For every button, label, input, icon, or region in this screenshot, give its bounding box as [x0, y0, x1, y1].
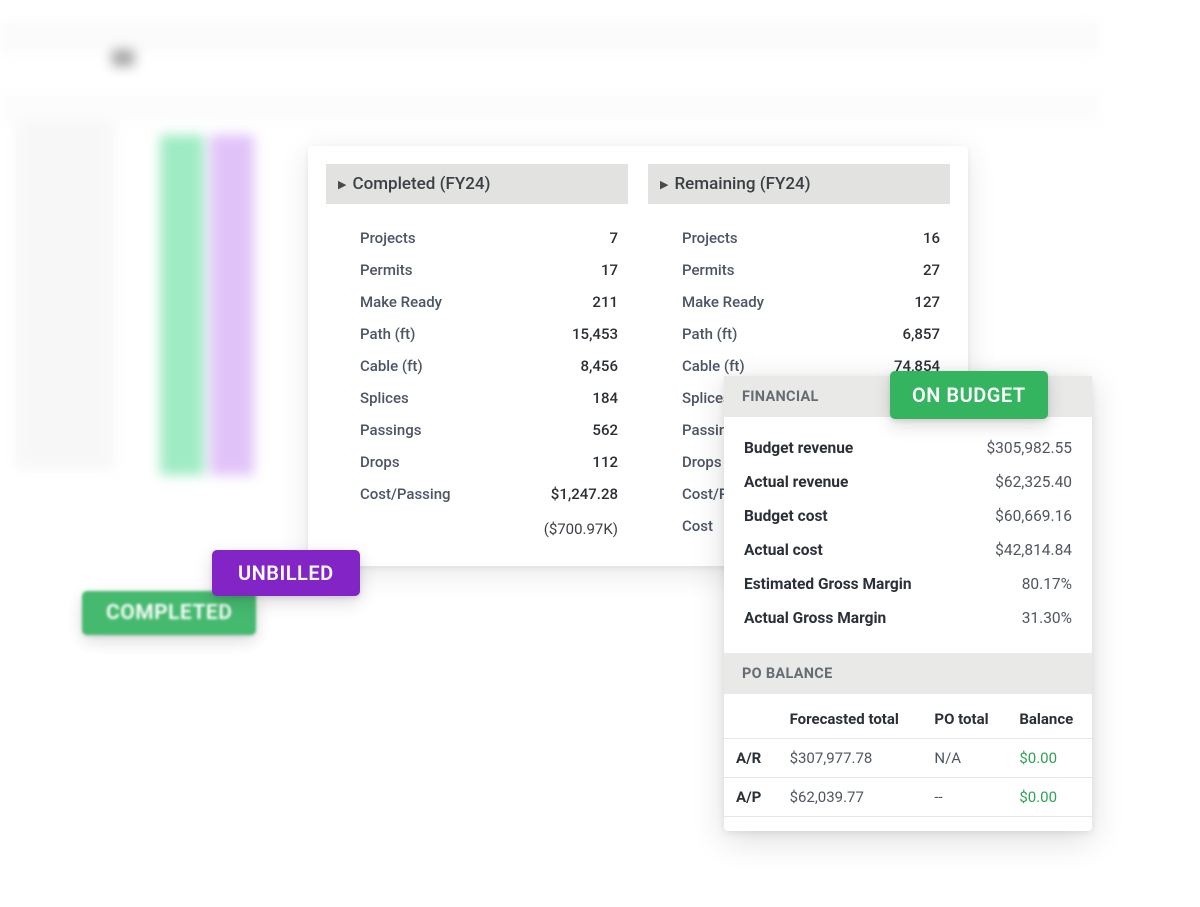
metric-row: Cable (ft) 8,456	[360, 350, 618, 382]
metric-row: Cost/Passing $1,247.28	[360, 478, 618, 510]
panel-completed-header[interactable]: ▶ Completed (FY24)	[326, 164, 628, 204]
panel-remaining-header[interactable]: ▶ Remaining (FY24)	[648, 164, 950, 204]
financial-value: $42,814.84	[995, 541, 1072, 559]
metric-row: Make Ready 211	[360, 286, 618, 318]
metric-label: Passings	[360, 421, 421, 439]
metric-row: Make Ready 127	[682, 286, 940, 318]
metric-label: Path (ft)	[360, 325, 415, 343]
financial-row: Actual Gross Margin 31.30%	[744, 601, 1072, 635]
po-column-header: Forecasted total	[778, 700, 923, 739]
po-column-header	[724, 700, 778, 739]
metric-value: 8,456	[538, 357, 618, 375]
metric-label: Projects	[682, 229, 738, 247]
po-row: A/R$307,977.78N/A$0.00	[724, 739, 1092, 778]
panel-completed-body: Projects 7 Permits 17 Make Ready 211 Path (ft)…	[326, 204, 628, 544]
metric-value: 562	[538, 421, 618, 439]
po-cell-head: A/R	[724, 739, 778, 778]
financial-value: $305,982.55	[986, 439, 1072, 457]
panel-completed-total: ($700.97K)	[360, 510, 618, 538]
po-row: A/P$62,039.77--$0.00	[724, 778, 1092, 817]
metric-label: Permits	[360, 261, 412, 279]
financial-row: Actual revenue $62,325.40	[744, 465, 1072, 499]
financial-value: $62,325.40	[995, 473, 1072, 491]
metric-row: Drops 112	[360, 446, 618, 478]
metric-value: 17	[538, 261, 618, 279]
po-balance-header: PO BALANCE	[724, 653, 1092, 694]
financial-label: Budget cost	[744, 507, 828, 525]
metric-label: Splices	[360, 389, 409, 407]
po-cell-po: N/A	[922, 739, 1007, 778]
po-column-header: Balance	[1007, 700, 1092, 739]
metric-value: 211	[538, 293, 618, 311]
financial-row: Actual cost $42,814.84	[744, 533, 1072, 567]
metric-label: Make Ready	[682, 293, 764, 311]
financial-card: FINANCIAL Budget revenue$305,982.55Actua…	[724, 376, 1092, 831]
chevron-right-icon: ▶	[338, 178, 346, 191]
financial-label: Estimated Gross Margin	[744, 575, 912, 593]
metric-label: Cable (ft)	[360, 357, 423, 375]
metric-label: Path (ft)	[682, 325, 737, 343]
metric-label: Drops	[360, 453, 400, 471]
metric-label: Cost	[682, 517, 713, 535]
panel-remaining-title: Remaining (FY24)	[674, 174, 810, 194]
po-column-header: PO total	[922, 700, 1007, 739]
metric-value: 16	[860, 229, 940, 247]
metric-value: 27	[860, 261, 940, 279]
financial-label: Budget revenue	[744, 439, 853, 457]
metric-row: Passings 562	[360, 414, 618, 446]
financial-label: Actual revenue	[744, 473, 848, 491]
metric-label: Cable (ft)	[682, 357, 745, 375]
status-badge-on-budget: ON BUDGET	[890, 371, 1048, 419]
panel-completed-title: Completed (FY24)	[352, 174, 490, 194]
metric-label: Drops	[682, 453, 722, 471]
financial-label: Actual cost	[744, 541, 823, 559]
metric-row: Projects 16	[682, 222, 940, 254]
financial-row: Budget revenue $305,982.55	[744, 431, 1072, 465]
po-cell-balance: $0.00	[1007, 778, 1092, 817]
po-header-row: Forecasted totalPO totalBalance	[724, 700, 1092, 739]
metric-value: 15,453	[538, 325, 618, 343]
metric-label: Projects	[360, 229, 416, 247]
financial-value: 31.30%	[1022, 609, 1072, 627]
metric-row: Projects 7	[360, 222, 618, 254]
chevron-right-icon: ▶	[660, 178, 668, 191]
metric-value: 6,857	[860, 325, 940, 343]
financial-value: $60,669.16	[995, 507, 1072, 525]
metric-row: Permits 27	[682, 254, 940, 286]
po-cell-balance: $0.00	[1007, 739, 1092, 778]
metric-row: Path (ft) 6,857	[682, 318, 940, 350]
financial-label: Actual Gross Margin	[744, 609, 886, 627]
po-balance-table: Forecasted totalPO totalBalance A/R$307,…	[724, 700, 1092, 817]
metric-label: Make Ready	[360, 293, 442, 311]
financial-value: 80.17%	[1022, 575, 1072, 593]
po-cell-po: --	[922, 778, 1007, 817]
metric-row: Permits 17	[360, 254, 618, 286]
po-cell-forecasted: $62,039.77	[778, 778, 923, 817]
financial-row: Estimated Gross Margin 80.17%	[744, 567, 1072, 601]
po-body: A/R$307,977.78N/A$0.00A/P$62,039.77--$0.…	[724, 739, 1092, 817]
po-cell-head: A/P	[724, 778, 778, 817]
metric-value: 184	[538, 389, 618, 407]
metric-value: 127	[860, 293, 940, 311]
status-badge-completed: COMPLETED	[82, 591, 256, 635]
metric-value: 112	[538, 453, 618, 471]
panel-completed: ▶ Completed (FY24) Projects 7 Permits 17 Mak…	[326, 164, 628, 548]
po-cell-forecasted: $307,977.78	[778, 739, 923, 778]
metric-row: Path (ft) 15,453	[360, 318, 618, 350]
metric-value: $1,247.28	[538, 485, 618, 503]
metric-label: Cost/Passing	[360, 485, 451, 503]
metric-label: Permits	[682, 261, 734, 279]
status-badge-unbilled: UNBILLED	[212, 550, 360, 596]
metric-row: Splices 184	[360, 382, 618, 414]
metric-value: 7	[538, 229, 618, 247]
financial-body: Budget revenue $305,982.55 Actual revenue $…	[724, 417, 1092, 653]
financial-row: Budget cost $60,669.16	[744, 499, 1072, 533]
